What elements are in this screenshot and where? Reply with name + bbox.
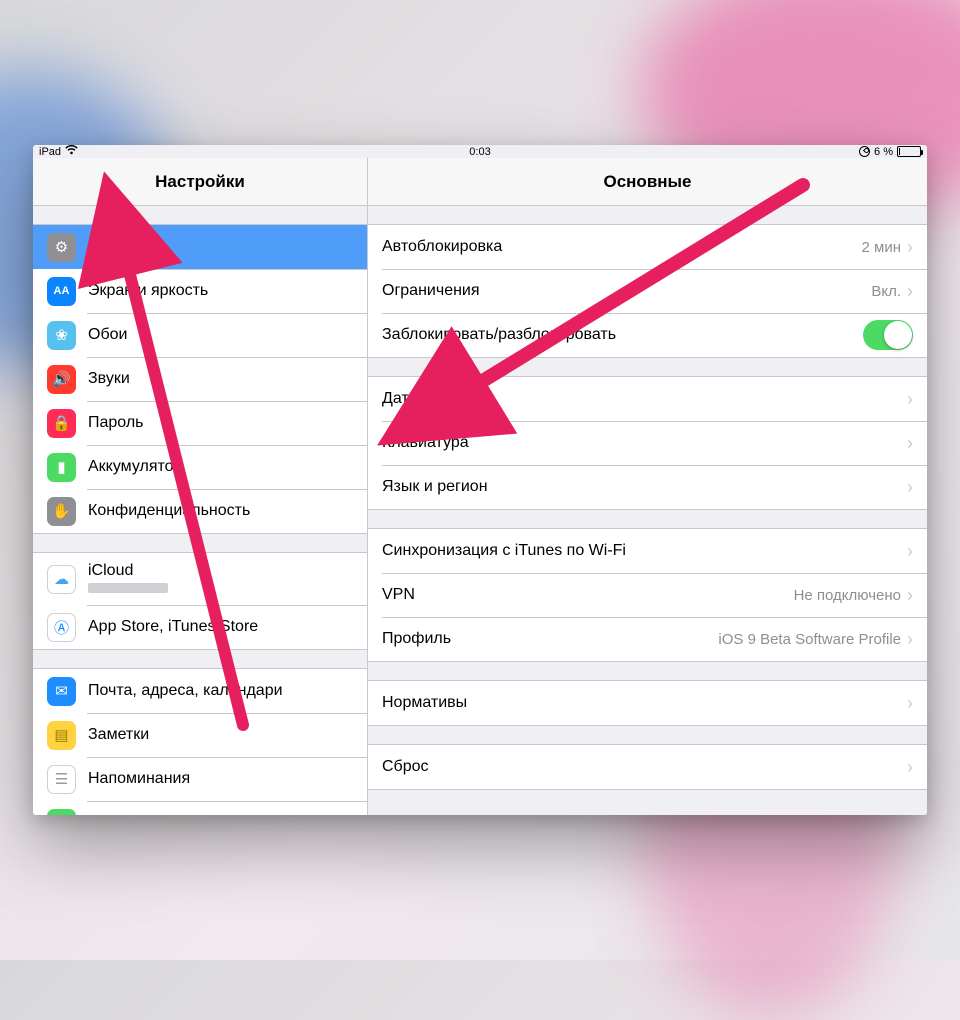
detail-row-label: Дата и время [382,390,907,408]
sidebar-item-label: Конфиденциальность [88,502,353,520]
detail-row-keyboard[interactable]: Клавиатура› [368,421,927,465]
detail-row-vpn[interactable]: VPNНе подключено › [368,573,927,617]
detail-row-label: Язык и регион [382,478,907,496]
chevron-right-icon: › [907,238,913,256]
ipad-device-frame: iPad 0:03 6 % Настройки ⚙︎ Основные AA Экра… [33,145,927,815]
reminders-icon: ☰ [47,765,76,794]
passcode-icon: 🔒 [47,409,76,438]
sidebar-item-reminders[interactable]: ☰ Напоминания [33,757,367,801]
general-icon: ⚙︎ [47,233,76,262]
sidebar-item-wallpaper[interactable]: ❀ Обои [33,313,367,357]
sidebar-item-label: Заметки [88,726,353,744]
sidebar-item-label: Звуки [88,370,353,388]
chevron-right-icon: › [907,282,913,300]
settings-sidebar: Настройки ⚙︎ Основные AA Экран и яркость ❀ Об… [33,158,368,815]
notes-icon: ▤ [47,721,76,750]
sidebar-item-label: Обои [88,326,353,344]
chevron-right-icon: › [907,542,913,560]
battery-icon: ▮ [47,453,76,482]
sidebar-item-privacy[interactable]: ✋ Конфиденциальность [33,489,367,533]
detail-row-value: Не подключено [794,587,901,604]
icloud-account-redacted [88,583,168,593]
stores-icon: Ⓐ [47,613,76,642]
detail-row-label: Сброс [382,758,907,776]
battery-icon [897,146,921,157]
detail-row-autolock[interactable]: Автоблокировка2 мин › [368,225,927,269]
sidebar-item-label: Аккумулятор [88,458,353,476]
detail-row-label: Нормативы [382,694,907,712]
detail-row-language[interactable]: Язык и регион› [368,465,927,509]
detail-row-label: Ограничения [382,282,871,300]
detail-row-lockunlock[interactable]: Заблокировать/разблокировать [368,313,927,357]
sidebar-item-icloud[interactable]: ☁︎ iCloud [33,553,367,605]
sidebar-title: Настройки [33,158,367,206]
sidebar-item-messages[interactable]: ✉︎ Сообщения [33,801,367,815]
sidebar-item-battery[interactable]: ▮ Аккумулятор [33,445,367,489]
sidebar-item-label: Напоминания [88,770,353,788]
sidebar-item-label: Пароль [88,414,353,432]
wallpaper-icon: ❀ [47,321,76,350]
sidebar-item-display[interactable]: AA Экран и яркость [33,269,367,313]
sidebar-item-sounds[interactable]: 🔊 Звуки [33,357,367,401]
detail-row-restrictions[interactable]: ОграниченияВкл. › [368,269,927,313]
sidebar-item-label: Почта, адреса, календари [88,682,353,700]
status-time: 0:03 [33,146,927,158]
detail-row-label: Клавиатура [382,434,907,452]
detail-row-itunes-sync[interactable]: Синхронизация с iTunes по Wi-Fi› [368,529,927,573]
sidebar-item-label: Сообщения [88,814,353,815]
status-bar: iPad 0:03 6 % [33,145,927,158]
battery-percent: 6 % [874,146,893,158]
sidebar-item-stores[interactable]: Ⓐ App Store, iTunes Store [33,605,367,649]
chevron-right-icon: › [907,694,913,712]
icloud-icon: ☁︎ [47,565,76,594]
detail-row-label: Синхронизация с iTunes по Wi-Fi [382,542,907,560]
detail-row-value: Вкл. [871,283,901,300]
sounds-icon: 🔊 [47,365,76,394]
sidebar-item-label: App Store, iTunes Store [88,618,353,636]
detail-row-label: Профиль [382,630,718,648]
chevron-right-icon: › [907,478,913,496]
detail-row-label: VPN [382,586,794,604]
privacy-icon: ✋ [47,497,76,526]
device-name: iPad [39,146,61,158]
detail-row-datetime[interactable]: Дата и время› [368,377,927,421]
chevron-right-icon: › [907,758,913,776]
sidebar-item-label: Экран и яркость [88,282,353,300]
chevron-right-icon: › [907,586,913,604]
sidebar-item-notes[interactable]: ▤ Заметки [33,713,367,757]
mail-icon: ✉︎ [47,677,76,706]
chevron-right-icon: › [907,434,913,452]
sidebar-item-label: Основные [88,238,353,256]
detail-row-value: iOS 9 Beta Software Profile [718,631,901,648]
messages-icon: ✉︎ [47,809,76,816]
display-icon: AA [47,277,76,306]
sidebar-item-general[interactable]: ⚙︎ Основные [33,225,367,269]
detail-row-label: Автоблокировка [382,238,862,256]
detail-row-regulatory[interactable]: Нормативы› [368,681,927,725]
do-not-disturb-icon [859,146,870,157]
chevron-right-icon: › [907,630,913,648]
wifi-icon [65,145,78,158]
detail-row-profile[interactable]: ПрофильiOS 9 Beta Software Profile › [368,617,927,661]
detail-row-reset[interactable]: Сброс› [368,745,927,789]
lockunlock-toggle[interactable] [863,320,913,350]
detail-row-label: Заблокировать/разблокировать [382,326,863,344]
detail-row-value: 2 мин [862,239,902,256]
sidebar-item-mail[interactable]: ✉︎ Почта, адреса, календари [33,669,367,713]
detail-title: Основные [368,158,927,206]
chevron-right-icon: › [907,390,913,408]
detail-pane: Основные Автоблокировка2 мин›Ограничения… [368,158,927,815]
sidebar-item-label: iCloud [88,562,353,580]
sidebar-item-passcode[interactable]: 🔒 Пароль [33,401,367,445]
